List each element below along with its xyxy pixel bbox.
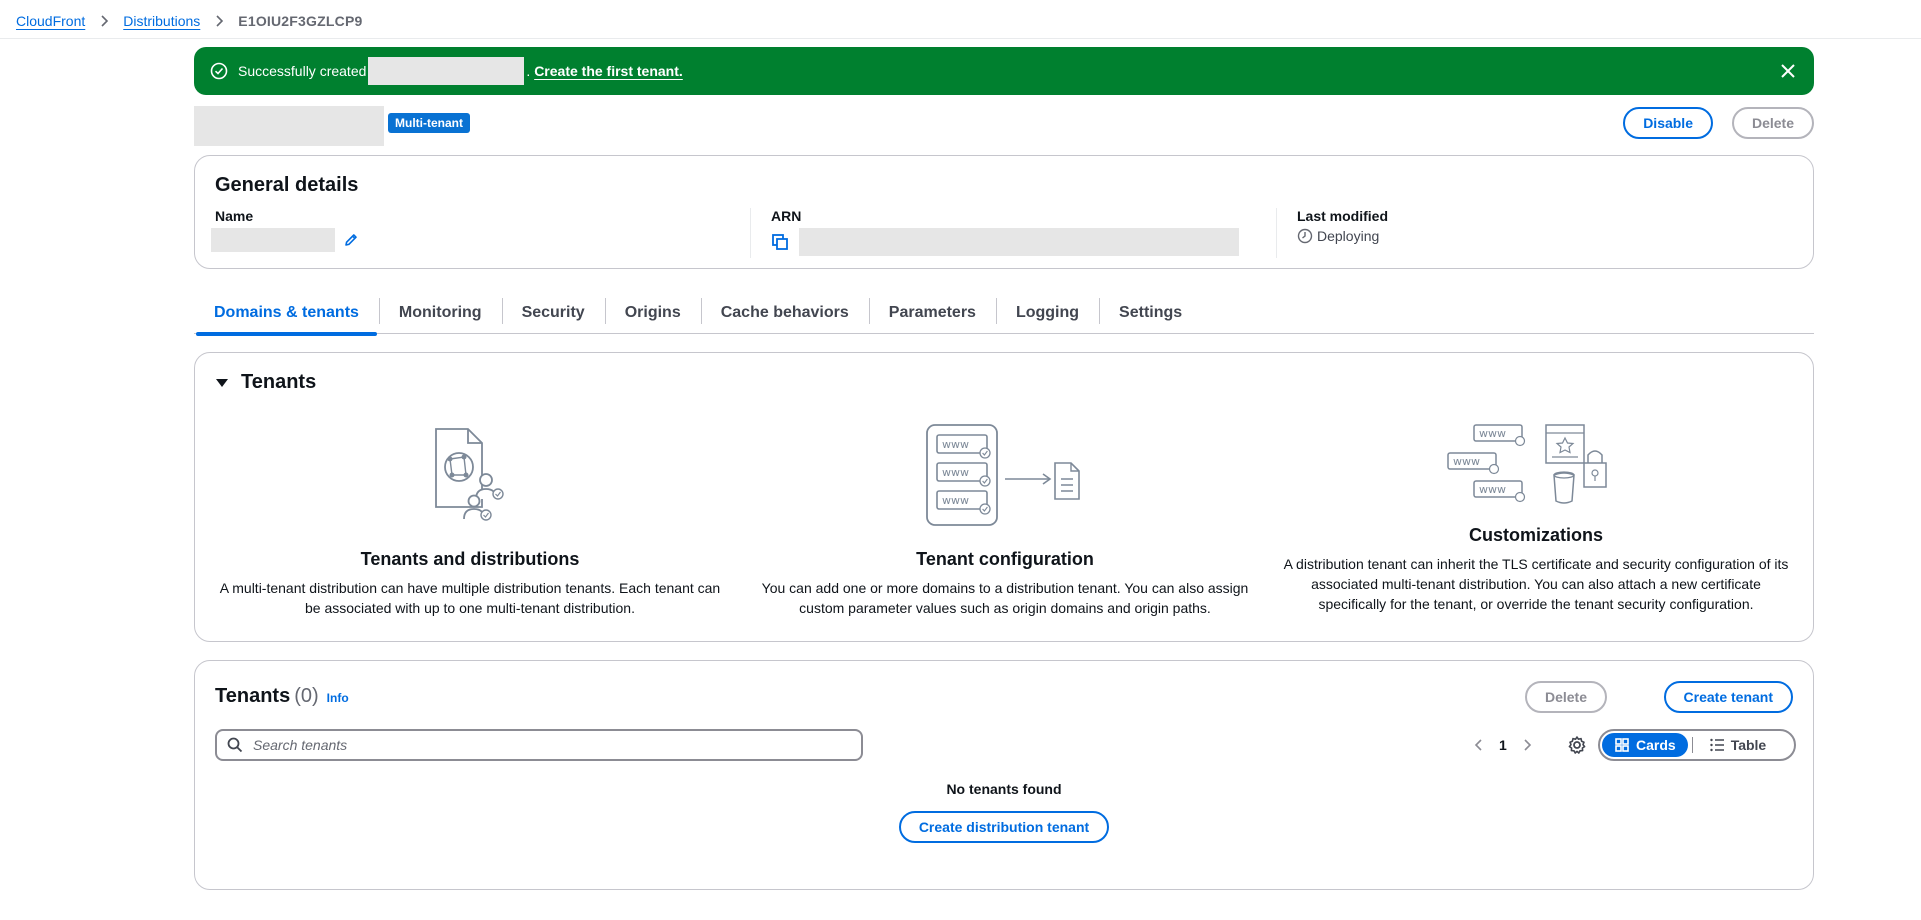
caret-down-icon [215, 376, 229, 390]
empty-state: No tenants found Create distribution ten… [195, 781, 1813, 843]
view-toggle: Cards Table [1598, 729, 1796, 761]
tenants-section-title: Tenants [241, 371, 317, 393]
delete-button[interactable]: Delete [1731, 107, 1814, 139]
feature-desc: You can add one or more domains to a dis… [761, 580, 1249, 616]
tenants-list-title: Tenants [215, 685, 291, 707]
search-tenants-input[interactable] [253, 737, 861, 753]
breadcrumb-cloudfront[interactable]: CloudFront [16, 13, 85, 29]
page-header: Multi-tenant Disable Delete [194, 106, 1814, 146]
name-field: Name [211, 208, 730, 258]
tab-security[interactable]: Security [501, 292, 605, 334]
feature-title: Tenants and distributions [360, 549, 580, 569]
svg-text:www: www [1479, 483, 1506, 496]
list-icon [1709, 737, 1725, 753]
tenants-expand-toggle[interactable]: Tenants [215, 371, 316, 394]
svg-text:www: www [1453, 455, 1480, 468]
search-field [215, 729, 863, 761]
copy-icon[interactable] [771, 233, 789, 251]
delete-tenant-button[interactable]: Delete [1524, 681, 1607, 713]
chevron-right-icon [212, 14, 226, 28]
success-flash: Successfully created . Create the first … [194, 47, 1814, 95]
feature-desc: A multi-tenant distribution can have mul… [219, 580, 721, 616]
feature-customizations: www www www Customizations A distributio… [1276, 423, 1796, 614]
view-table-option[interactable]: Table [1697, 733, 1779, 757]
tenants-list-panel: Tenants (0) Info Delete Create tenant 1 … [194, 660, 1814, 890]
flash-text-after: . [526, 63, 535, 79]
feature-title: Tenant configuration [916, 549, 1094, 569]
last-modified-label: Last modified [1297, 208, 1389, 224]
tab-parameters[interactable]: Parameters [868, 292, 996, 334]
info-link[interactable]: Info [327, 691, 349, 705]
tenants-info-panel: Tenants Tenants and distributions A mult… [194, 352, 1814, 642]
create-tenant-button[interactable]: Create tenant [1663, 681, 1793, 713]
breadcrumb-divider [0, 38, 1921, 39]
gear-icon[interactable] [1567, 735, 1587, 755]
chevron-right-icon[interactable] [1519, 737, 1535, 753]
breadcrumb-current: E1OIU2F3GZLCP9 [238, 13, 363, 29]
view-cards-label: Cards [1636, 737, 1676, 753]
multi-tenant-badge: Multi-tenant [388, 113, 470, 133]
general-details-title: General details [215, 174, 359, 196]
close-icon[interactable] [1778, 61, 1798, 81]
tab-logging[interactable]: Logging [995, 292, 1099, 334]
tab-origins[interactable]: Origins [604, 292, 701, 334]
breadcrumb: CloudFront Distributions E1OIU2F3GZLCP9 [16, 10, 362, 32]
breadcrumb-distributions[interactable]: Distributions [123, 13, 200, 29]
search-icon [227, 737, 243, 753]
create-distribution-tenant-button[interactable]: Create distribution tenant [898, 811, 1110, 843]
tenant-configuration-illustration: www www www [926, 424, 1080, 526]
customizations-illustration: www www www [1447, 424, 1607, 504]
segment-divider [1691, 737, 1693, 753]
tenants-list-header: Tenants (0) Info [215, 685, 349, 708]
tab-settings[interactable]: Settings [1099, 292, 1202, 334]
pencil-edit-icon[interactable] [343, 232, 359, 248]
feature-desc: A distribution tenant can inherit the TL… [1283, 556, 1789, 612]
arn-field: ARN [750, 208, 1260, 258]
page-number[interactable]: 1 [1499, 737, 1507, 753]
feature-tenants-distributions: Tenants and distributions A multi-tenant… [215, 423, 725, 618]
redacted-block [368, 57, 525, 85]
view-table-label: Table [1730, 737, 1767, 753]
feature-title: Customizations [1468, 525, 1603, 545]
tab-cache-behaviors[interactable]: Cache behaviors [700, 292, 869, 334]
arn-value-redacted [799, 228, 1239, 256]
grid-icon [1614, 737, 1630, 753]
disable-button[interactable]: Disable [1623, 107, 1713, 139]
view-cards-option[interactable]: Cards [1602, 733, 1688, 757]
last-modified-value: Deploying [1317, 228, 1380, 244]
tab-monitoring[interactable]: Monitoring [378, 292, 502, 334]
name-value-redacted [211, 228, 335, 252]
flash-text: Successfully created [238, 63, 367, 79]
pagination: 1 [1471, 733, 1535, 757]
arn-label: ARN [771, 208, 802, 224]
tenants-distributions-illustration [435, 428, 504, 521]
svg-text:www: www [942, 466, 969, 479]
svg-text:www: www [1479, 427, 1506, 440]
chevron-right-icon [97, 14, 111, 28]
feature-tenant-configuration: www www www Tenant configuration You can… [750, 423, 1260, 618]
tenants-count: (0) [294, 685, 319, 707]
tab-bar: Domains & tenants Monitoring Security Or… [194, 292, 1814, 336]
svg-text:www: www [942, 494, 969, 507]
name-label: Name [215, 208, 254, 224]
success-check-icon [210, 62, 228, 80]
svg-text:www: www [942, 438, 969, 451]
general-details-panel: General details Name ARN Last modified D… [194, 155, 1814, 269]
create-first-tenant-link[interactable]: Create the first tenant. [534, 63, 683, 79]
no-tenants-text: No tenants found [946, 781, 1062, 797]
clock-pending-icon [1297, 228, 1313, 244]
page-title-redacted [194, 106, 384, 146]
last-modified-field: Last modified Deploying [1276, 208, 1776, 258]
chevron-left-icon[interactable] [1471, 737, 1487, 753]
tab-domains-tenants[interactable]: Domains & tenants [194, 292, 379, 336]
